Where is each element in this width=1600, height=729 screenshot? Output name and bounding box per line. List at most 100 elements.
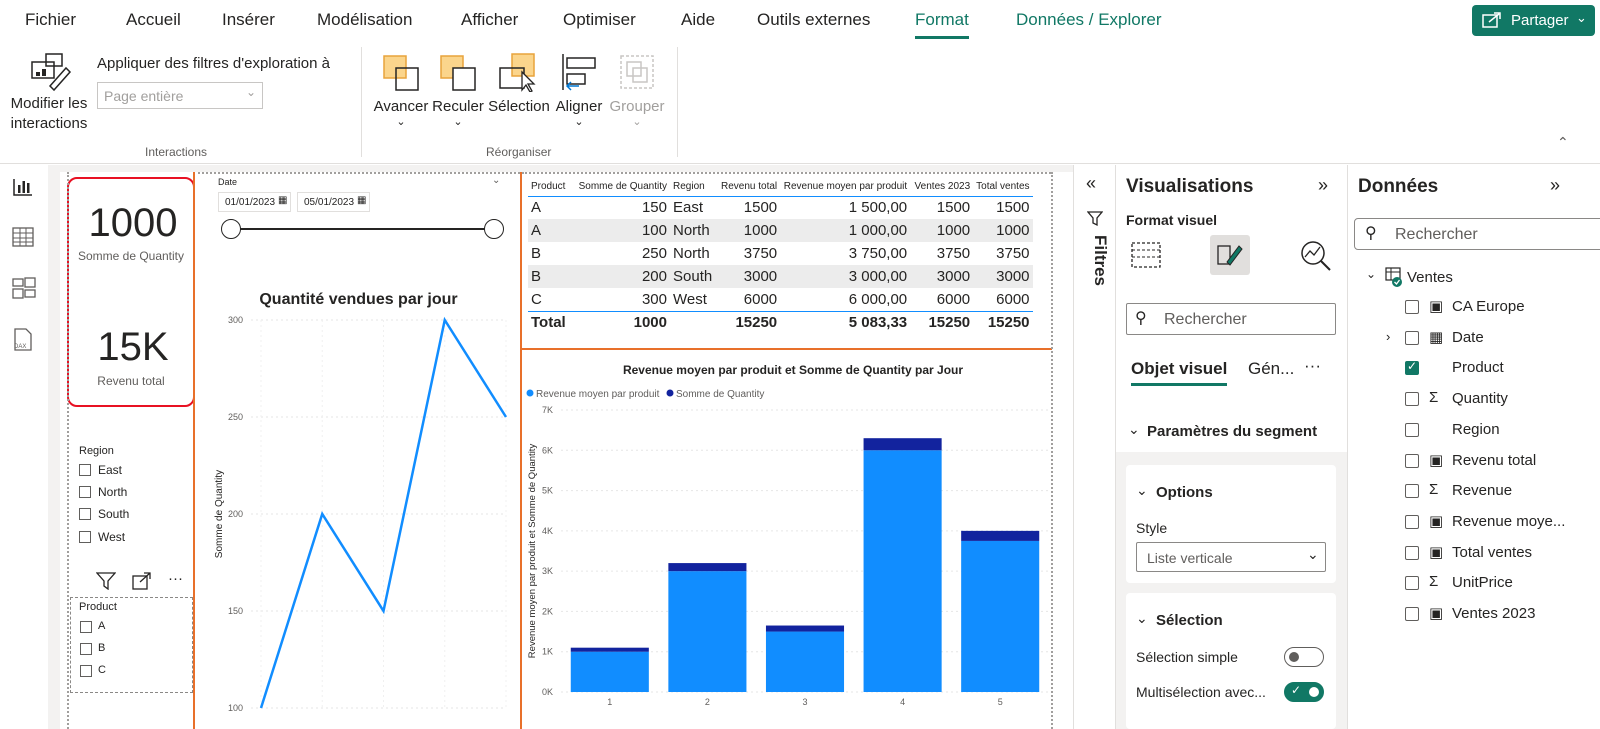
table-header-cell[interactable]: Ventes 2023 [910,177,974,197]
slicer-checkbox[interactable] [80,643,92,655]
menu-modelisation[interactable]: Modélisation [317,10,412,30]
slicer-checkbox[interactable] [79,508,91,520]
send-backward-button[interactable]: Reculer ⌄ [431,98,485,128]
date-range-start-handle[interactable] [221,219,241,239]
menu-aide[interactable]: Aide [681,10,715,30]
report-view-icon[interactable] [12,177,34,197]
table-row[interactable]: A 150 East 1500 1 500,00 1500 1500 [528,196,1033,219]
chevron-down-icon[interactable]: ⌄ [1128,421,1140,438]
chevron-right-icon[interactable]: › [1386,329,1390,344]
table-header-cell[interactable]: Somme de Quantity [570,177,670,197]
single-select-toggle[interactable] [1284,647,1324,667]
field-checkbox[interactable] [1405,422,1419,437]
field-name[interactable]: Revenu total [1452,452,1536,469]
table-header-cell[interactable]: Total ventes [973,177,1033,197]
field-checkbox[interactable] [1405,607,1419,621]
table-row[interactable]: C 300 West 6000 6 000,00 6000 6000 [528,288,1033,311]
table-row[interactable]: B 200 South 3000 3 000,00 3000 3000 [528,265,1033,288]
menu-optimiser[interactable]: Optimiser [563,10,636,30]
tab-general[interactable]: Gén... [1248,359,1294,379]
build-visual-icon[interactable] [1130,239,1162,271]
filters-strip[interactable]: « Filtres [1073,165,1115,729]
chevron-down-icon[interactable]: ⌄ [1136,610,1148,627]
field-checkbox[interactable] [1405,484,1419,499]
table-header-cell[interactable]: Revenu total [718,177,781,197]
more-options-icon[interactable]: ··· [1304,356,1321,376]
field-checkbox[interactable] [1405,330,1419,345]
slicer-checkbox[interactable] [80,621,92,633]
field-checkbox[interactable]: ✓ [1405,359,1419,376]
bring-forward-button[interactable]: Avancer ⌄ [372,98,430,128]
field-name[interactable]: CA Europe [1452,298,1525,315]
field-checkbox[interactable] [1405,453,1419,468]
collapse-ribbon-icon[interactable]: ⌃ [1557,134,1569,151]
table-row[interactable]: B 250 North 3750 3 750,00 3750 3750 [528,242,1033,265]
field-checkbox[interactable] [1405,514,1419,529]
group-button[interactable]: Grouper ⌄ [606,98,668,128]
date-end-input[interactable]: 05/01/2023 ▦ [297,192,370,212]
menu-outils-externes[interactable]: Outils externes [757,10,870,30]
chevron-down-icon[interactable]: ⌄ [1366,267,1376,281]
field-name[interactable]: UnitPrice [1452,574,1513,591]
selection-button[interactable]: Sélection [486,98,552,115]
menu-format[interactable]: Format [915,10,969,39]
filter-icon[interactable] [96,572,116,590]
date-start-input[interactable]: 01/01/2023 ▦ [218,192,291,212]
collapse-pane-icon[interactable]: » [1318,175,1328,196]
table-header-cell[interactable]: Revenue moyen par produit [780,177,911,197]
date-range-end-handle[interactable] [484,219,504,239]
collapse-pane-icon[interactable]: » [1550,175,1560,196]
cards-visual[interactable]: 1000 Somme de Quantity 15K Revenu total [67,177,195,407]
selection-heading[interactable]: Sélection [1156,612,1223,629]
data-table[interactable]: Product Somme de Quantity Region Revenu tot… [528,177,1033,334]
multi-select-toggle[interactable]: ✓ [1284,682,1324,702]
slicer-checkbox[interactable] [79,486,91,498]
more-options-icon[interactable]: ··· [168,570,183,587]
chevron-down-icon[interactable]: ⌄ [492,175,500,186]
bar-chart[interactable]: Revenue moyen par produit et Somme de Qu… [523,352,1053,729]
menu-accueil[interactable]: Accueil [126,10,181,30]
field-name[interactable]: Revenue [1452,482,1512,499]
field-name[interactable]: Ventes 2023 [1452,605,1535,622]
tab-visual[interactable]: Objet visuel [1131,359,1228,386]
field-checkbox[interactable] [1405,392,1419,407]
table-view-icon[interactable] [12,227,34,247]
field-name[interactable]: Quantity [1452,390,1508,407]
slicer-checkbox[interactable] [79,531,91,543]
field-name[interactable]: Total ventes [1452,544,1532,561]
align-button[interactable]: Aligner ⌄ [552,98,606,128]
product-slicer[interactable]: Product A B C [70,597,193,693]
viz-search-input[interactable]: ⚲ Rechercher [1126,303,1336,335]
table-header-cell[interactable]: Region [670,177,718,197]
field-name[interactable]: Revenue moye... [1452,513,1565,530]
modify-interactions-button[interactable]: Modifier les interactions [4,94,94,134]
data-search-input[interactable]: ⚲ Rechercher [1354,218,1600,250]
table-header-cell[interactable]: Product [528,177,570,197]
model-view-icon[interactable] [12,277,36,299]
menu-fichier[interactable]: Fichier [25,10,76,30]
menu-inserer[interactable]: Insérer [222,10,275,30]
menu-afficher[interactable]: Afficher [461,10,518,30]
slicer-checkbox[interactable] [79,464,91,476]
slicer-checkbox[interactable] [80,665,92,677]
expand-filters-icon[interactable]: « [1086,173,1096,194]
table-name[interactable]: Ventes [1407,269,1453,286]
menu-donnees-explorer[interactable]: Données / Explorer [1016,10,1162,30]
apply-filters-dropdown[interactable]: Page entière ⌄ [97,82,263,109]
field-checkbox[interactable] [1405,545,1419,560]
field-name[interactable]: Product [1452,359,1504,376]
segment-params-heading[interactable]: Paramètres du segment [1147,423,1317,440]
field-name[interactable]: Date [1452,329,1484,346]
focus-mode-icon[interactable] [132,572,152,590]
line-chart[interactable]: Quantité vendues par jour Somme de Quanti… [196,280,518,729]
share-button[interactable]: Partager ⌄ [1472,5,1595,36]
field-checkbox[interactable] [1405,300,1419,314]
field-name[interactable]: Region [1452,421,1500,438]
format-visual-tab[interactable] [1210,235,1250,275]
style-dropdown[interactable]: Liste verticale ⌄ [1136,542,1326,572]
analytics-icon[interactable] [1299,239,1333,271]
options-heading[interactable]: Options [1156,484,1213,501]
field-checkbox[interactable] [1405,576,1419,591]
dax-query-icon[interactable]: DAX [10,328,36,352]
table-row[interactable]: A 100 North 1000 1 000,00 1000 1000 [528,219,1033,242]
